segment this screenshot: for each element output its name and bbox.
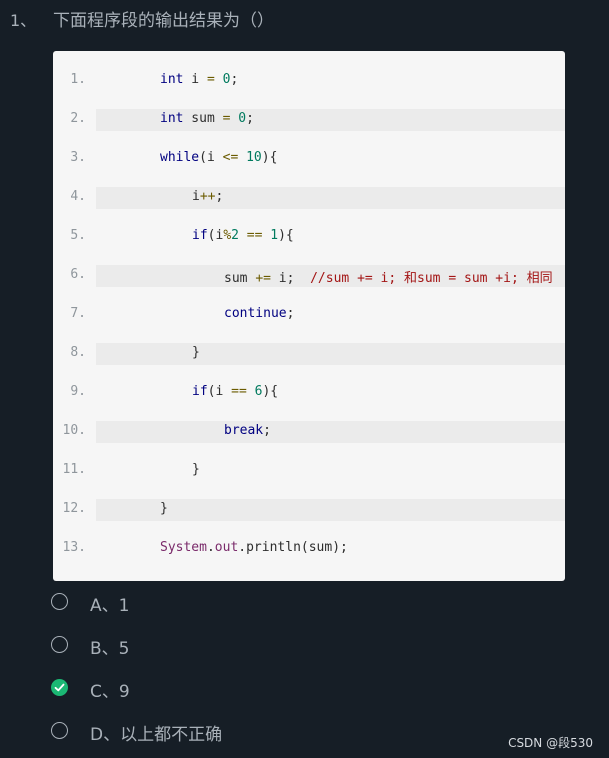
code-text: System.out.println(sum); <box>160 540 348 555</box>
code-text: if(i%2 == 1){ <box>192 228 294 243</box>
question-header: 1、 下面程序段的输出结果为（） <box>0 0 609 40</box>
code-line: 7. continue; <box>53 304 565 326</box>
code-line: 6. sum += i; //sum += i; 和sum = sum +i; … <box>53 265 565 287</box>
code-line: 2. int sum = 0; <box>53 109 565 131</box>
code-text: } <box>160 501 168 516</box>
radio-unchecked-icon[interactable] <box>51 636 68 653</box>
option-label: C、9 <box>90 682 130 702</box>
line-number: 6. <box>70 267 86 282</box>
code-text: if(i == 6){ <box>192 384 279 399</box>
code-line: 1. int i = 0; <box>53 70 565 92</box>
line-number: 3. <box>70 150 86 165</box>
question-text: 下面程序段的输出结果为（） <box>53 11 274 31</box>
code-line: 8. } <box>53 343 565 365</box>
line-number: 13. <box>62 540 86 555</box>
option-a[interactable]: A、1 <box>50 590 350 620</box>
line-number: 2. <box>70 111 86 126</box>
code-text: continue; <box>224 306 295 321</box>
radio-unchecked-icon[interactable] <box>51 593 68 610</box>
option-label: B、5 <box>90 639 130 659</box>
code-line: 12. } <box>53 499 565 521</box>
line-number: 9. <box>70 384 86 399</box>
code-text: while(i <= 10){ <box>160 150 278 165</box>
question-number: 1、 <box>10 11 37 30</box>
code-line: 13. System.out.println(sum); <box>53 538 565 560</box>
code-line: 3. while(i <= 10){ <box>53 148 565 170</box>
watermark: CSDN @段530 <box>508 736 593 750</box>
line-number: 12. <box>62 501 86 516</box>
code-line: 9. if(i == 6){ <box>53 382 565 404</box>
code-text: break; <box>224 423 271 438</box>
check-circle-icon[interactable] <box>51 679 68 696</box>
code-text: int sum = 0; <box>160 111 254 126</box>
code-text: sum += i; //sum += i; 和sum = sum +i; 相同 <box>224 271 553 286</box>
code-line: 11. } <box>53 460 565 482</box>
code-line: 10. break; <box>53 421 565 443</box>
code-text: int i = 0; <box>160 72 239 87</box>
option-b[interactable]: B、5 <box>50 633 350 663</box>
code-block: 1. int i = 0; 2. int sum = 0; 3. while(i… <box>53 51 565 581</box>
option-label: D、以上都不正确 <box>90 725 223 745</box>
line-number: 1. <box>70 72 86 87</box>
line-number: 10. <box>62 423 86 438</box>
radio-unchecked-icon[interactable] <box>51 722 68 739</box>
option-label: A、1 <box>90 596 130 616</box>
line-number: 5. <box>70 228 86 243</box>
code-text: } <box>192 462 200 477</box>
line-number: 8. <box>70 345 86 360</box>
code-text: i++; <box>192 189 224 204</box>
option-d[interactable]: D、以上都不正确 <box>50 719 350 749</box>
code-line: 4. i++; <box>53 187 565 209</box>
option-c[interactable]: C、9 <box>50 676 350 706</box>
line-number: 11. <box>62 462 86 477</box>
code-line: 5. if(i%2 == 1){ <box>53 226 565 248</box>
code-text: } <box>192 345 200 360</box>
checkmark-icon <box>54 683 65 692</box>
line-number: 4. <box>70 189 86 204</box>
line-number: 7. <box>70 306 86 321</box>
